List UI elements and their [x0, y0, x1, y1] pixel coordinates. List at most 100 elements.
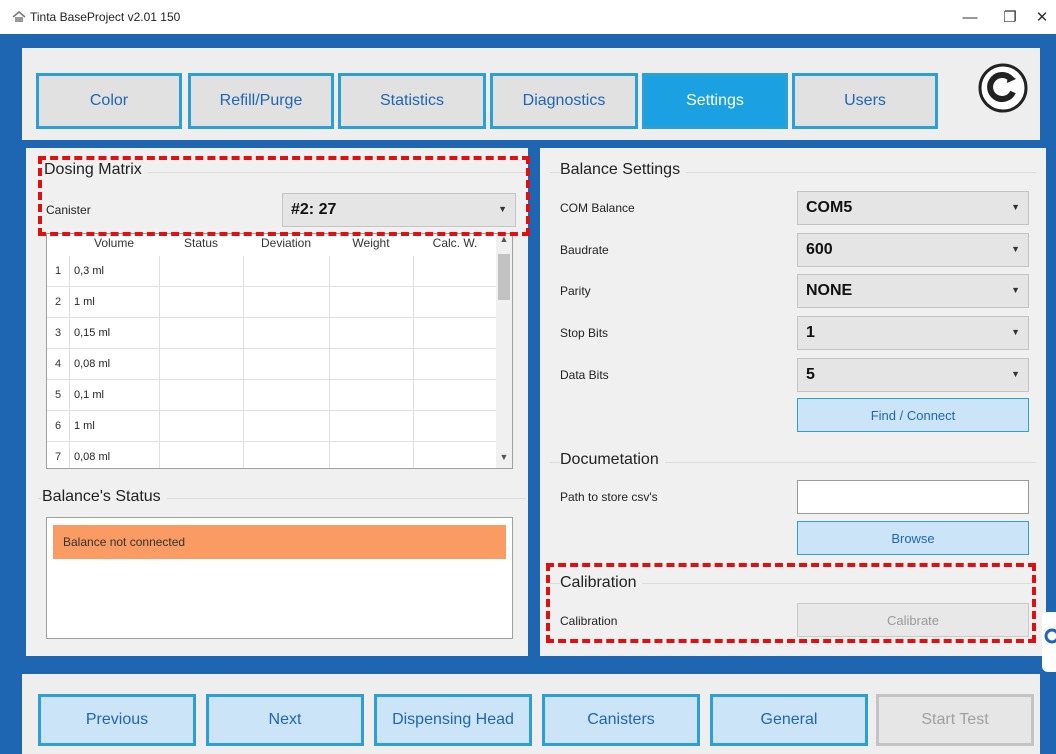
parity-dropdown[interactable]: NONE ▼ [797, 274, 1029, 308]
volume-cell: 0,08 ml [69, 349, 159, 380]
dosing-grid[interactable]: Volume Status Deviation Weight Calc. W. … [46, 233, 513, 469]
deviation-cell [243, 442, 329, 468]
status-cell [159, 287, 243, 318]
table-row[interactable]: 4 0,08 ml [47, 349, 496, 380]
window-title: Tinta BaseProject v2.01 150 [30, 10, 181, 24]
scroll-thumb[interactable] [498, 254, 510, 300]
table-row[interactable]: 6 1 ml [47, 411, 496, 442]
side-panel-tab[interactable] [1042, 612, 1056, 672]
volume-cell: 0,08 ml [69, 442, 159, 468]
calc-w-cell [413, 442, 497, 468]
col-deviation: Deviation [260, 236, 312, 250]
volume-cell: 1 ml [69, 411, 159, 442]
deviation-cell [243, 256, 329, 287]
browse-button[interactable]: Browse [797, 521, 1029, 555]
volume-cell: 1 ml [69, 287, 159, 318]
grid-scrollbar[interactable]: ▲ ▼ [496, 234, 512, 468]
table-row[interactable]: 7 0,08 ml [47, 442, 497, 468]
table-row[interactable]: 2 1 ml [47, 287, 496, 318]
baudrate-dropdown[interactable]: 600 ▼ [797, 233, 1029, 267]
weight-cell [329, 256, 413, 287]
row-number: 6 [54, 420, 62, 432]
row-number: 1 [54, 265, 62, 277]
minimize-button[interactable]: — [950, 4, 990, 30]
calc-w-cell [413, 349, 497, 380]
status-cell [159, 411, 243, 442]
weight-cell [329, 411, 413, 442]
calc-w-cell [413, 287, 497, 318]
dispensing-head-button[interactable]: Dispensing Head [374, 694, 532, 746]
stop-bits-dropdown[interactable]: 1 ▼ [797, 316, 1029, 350]
documentation-title: Documetation [560, 451, 665, 469]
nav-bar: Color Refill/Purge Statistics Diagnostic… [22, 48, 1040, 140]
start-test-button[interactable]: Start Test [876, 694, 1034, 746]
csv-path-input[interactable] [797, 480, 1029, 514]
weight-cell [329, 287, 413, 318]
row-number: 2 [54, 296, 62, 308]
volume-cell: 0,3 ml [69, 256, 159, 287]
table-row[interactable]: 3 0,15 ml [47, 318, 496, 349]
col-volume: Volume [93, 236, 135, 250]
balance-status-box: Balance not connected [46, 517, 513, 639]
scroll-down-icon[interactable]: ▼ [496, 452, 512, 468]
canisters-button[interactable]: Canisters [542, 694, 700, 746]
status-cell [159, 380, 243, 411]
refresh-icon[interactable] [977, 62, 1029, 114]
stop-bits-value: 1 [806, 324, 815, 341]
tab-diagnostics[interactable]: Diagnostics [490, 73, 638, 129]
row-number: 7 [54, 451, 62, 463]
com-balance-label: COM Balance [560, 201, 635, 215]
side-widget-icon [1044, 628, 1056, 644]
data-bits-dropdown[interactable]: 5 ▼ [797, 358, 1029, 392]
close-button[interactable]: ✕ [1022, 4, 1056, 30]
com-balance-dropdown[interactable]: COM5 ▼ [797, 191, 1029, 225]
row-number: 5 [54, 389, 62, 401]
status-cell [159, 318, 243, 349]
calc-w-cell [413, 318, 497, 349]
chevron-down-icon: ▼ [1011, 202, 1020, 212]
parity-value: NONE [806, 282, 853, 299]
col-status: Status [183, 236, 219, 250]
previous-button[interactable]: Previous [38, 694, 196, 746]
app-icon [12, 11, 26, 22]
table-row[interactable]: 1 0,3 ml [47, 256, 496, 287]
calc-w-cell [413, 411, 497, 442]
title-bar: Tinta BaseProject v2.01 150 — ❐ ✕ [0, 0, 1056, 34]
deviation-cell [243, 287, 329, 318]
table-row[interactable]: 5 0,1 ml [47, 380, 496, 411]
balance-status-message: Balance not connected [53, 525, 506, 559]
chevron-down-icon: ▼ [1011, 327, 1020, 337]
next-button[interactable]: Next [206, 694, 364, 746]
data-bits-label: Data Bits [560, 368, 609, 382]
balance-status-title: Balance's Status [42, 488, 167, 506]
weight-cell [329, 318, 413, 349]
deviation-cell [243, 349, 329, 380]
tab-color[interactable]: Color [36, 73, 182, 129]
scroll-up-icon[interactable]: ▲ [496, 234, 512, 250]
weight-cell [329, 349, 413, 380]
general-button[interactable]: General [710, 694, 868, 746]
row-number: 4 [54, 358, 62, 370]
volume-cell: 0,1 ml [69, 380, 159, 411]
tab-settings[interactable]: Settings [642, 73, 788, 129]
find-connect-button[interactable]: Find / Connect [797, 398, 1029, 432]
status-cell [159, 349, 243, 380]
dosing-matrix-highlight [38, 156, 530, 236]
baudrate-value: 600 [806, 241, 833, 258]
tab-users[interactable]: Users [792, 73, 938, 129]
grid-header: Volume Status Deviation Weight Calc. W. [47, 234, 496, 256]
volume-cell: 0,15 ml [69, 318, 159, 349]
col-weight: Weight [352, 236, 390, 250]
col-calc-w: Calc. W. [432, 236, 478, 250]
deviation-cell [243, 318, 329, 349]
chevron-down-icon: ▼ [1011, 244, 1020, 254]
tab-refill-purge[interactable]: Refill/Purge [188, 73, 334, 129]
parity-label: Parity [560, 284, 591, 298]
baudrate-label: Baudrate [560, 243, 609, 257]
status-cell [159, 256, 243, 287]
weight-cell [329, 380, 413, 411]
stop-bits-label: Stop Bits [560, 326, 609, 340]
tab-statistics[interactable]: Statistics [338, 73, 486, 129]
status-cell [159, 442, 243, 468]
calibration-highlight [546, 563, 1036, 643]
